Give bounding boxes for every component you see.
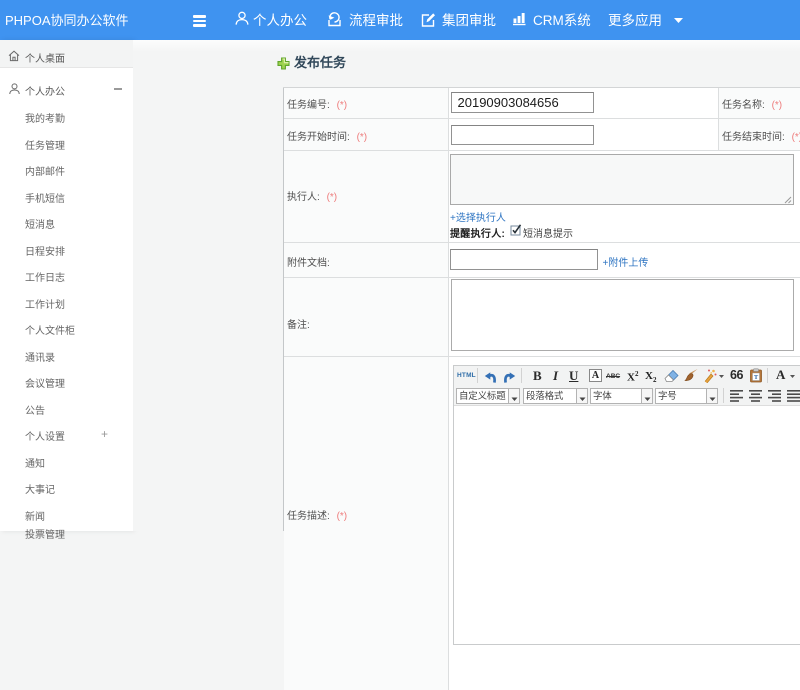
svg-text:T: T bbox=[754, 374, 759, 381]
